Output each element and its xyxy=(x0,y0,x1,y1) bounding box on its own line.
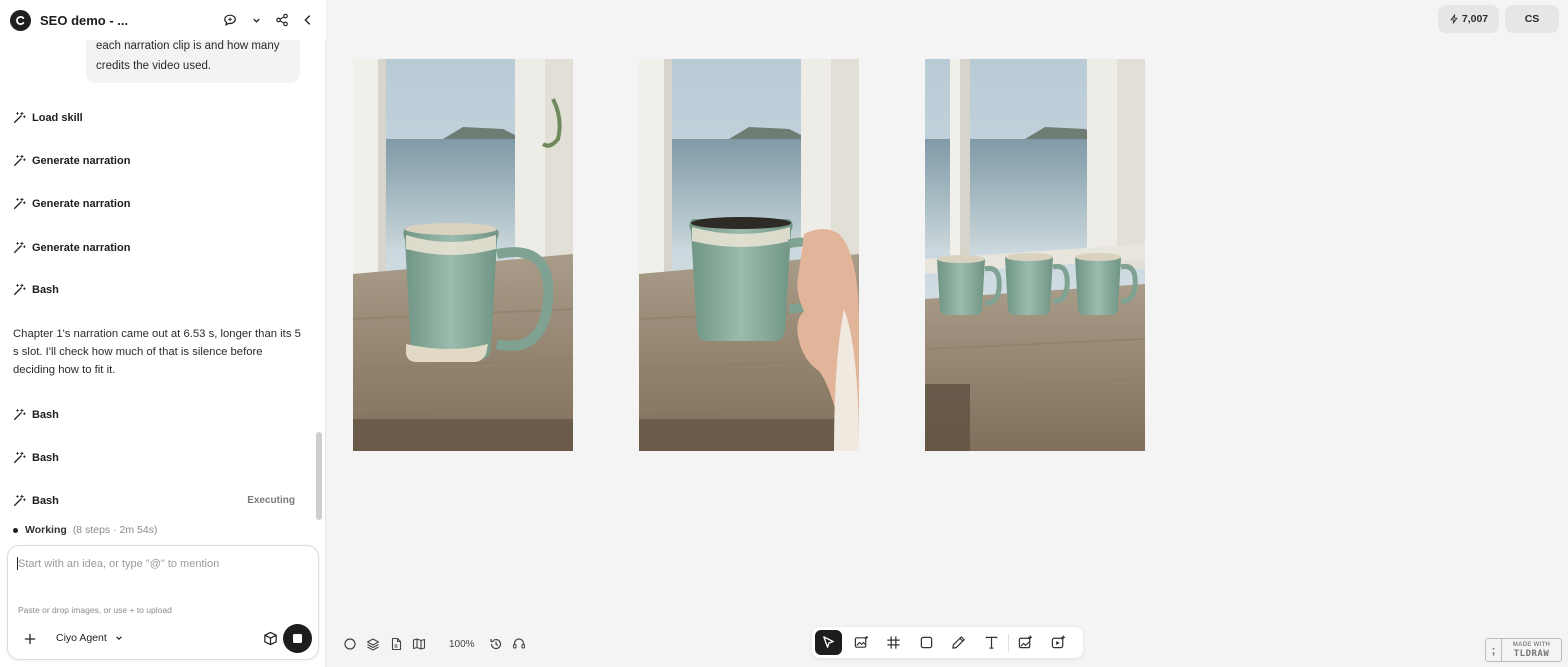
canvas[interactable]: 7,007 CS 100% ; MADE WITH TLDRAW xyxy=(327,0,1568,667)
wand-icon xyxy=(13,154,26,167)
add-image-tool-button[interactable] xyxy=(1012,630,1039,655)
status-dot xyxy=(13,527,18,533)
user-message: each narration clip is and how many cred… xyxy=(86,40,300,83)
step-status-executing: Executing xyxy=(247,495,295,506)
image-frame-single-mug[interactable] xyxy=(353,59,573,451)
agent-name: Ciyo Agent xyxy=(56,632,107,644)
drawing-toolbar xyxy=(812,627,1083,658)
semicolon-logo-icon: ; xyxy=(1486,639,1502,661)
credits-badge[interactable]: 7,007 xyxy=(1438,5,1499,33)
select-tool-button[interactable] xyxy=(815,630,842,655)
image-frame-hand-mug[interactable] xyxy=(639,59,859,451)
credits-value: 7,007 xyxy=(1461,13,1489,25)
step-item[interactable]: Bash xyxy=(13,408,295,421)
square-icon xyxy=(920,636,932,649)
step-label: Bash xyxy=(32,451,59,464)
plus-icon[interactable] xyxy=(22,631,38,647)
project-title[interactable]: SEO demo - ... xyxy=(40,13,128,28)
collapse-left-icon[interactable] xyxy=(300,12,316,28)
canvas-bottom-left-tools: 100% xyxy=(343,636,535,652)
made-with-tldraw-badge[interactable]: ; MADE WITH TLDRAW xyxy=(1485,638,1562,662)
map-icon[interactable] xyxy=(412,637,426,651)
step-label: Bash xyxy=(32,494,59,507)
step-item[interactable]: Load skill xyxy=(13,111,295,124)
step-item[interactable]: Bash xyxy=(13,283,295,296)
wand-icon xyxy=(13,408,26,421)
step-label: Load skill xyxy=(32,111,83,124)
chat-scrollbar[interactable] xyxy=(316,432,322,520)
text-icon xyxy=(985,636,997,649)
step-label: Bash xyxy=(32,283,59,296)
chevron-down-icon[interactable] xyxy=(248,12,264,28)
wand-icon xyxy=(13,494,26,507)
image-sparkle-icon xyxy=(854,635,868,648)
sidebar-header: SEO demo - ... xyxy=(0,0,326,40)
chat-messages[interactable]: each narration clip is and how many cred… xyxy=(0,40,314,540)
image-gen-tool-button[interactable] xyxy=(848,630,875,655)
share-icon[interactable] xyxy=(274,12,290,28)
step-item[interactable]: Bash Executing xyxy=(13,494,295,507)
toolbar-divider xyxy=(1008,633,1009,652)
working-meta: (8 steps · 2m 54s) xyxy=(72,524,158,536)
pencil-icon xyxy=(952,636,965,649)
working-label: Working xyxy=(25,524,67,536)
add-video-tool-button[interactable] xyxy=(1045,630,1072,655)
draw-tool-button[interactable] xyxy=(945,630,972,655)
step-item[interactable]: Generate narration xyxy=(13,197,295,210)
wand-icon xyxy=(13,451,26,464)
step-label: Generate narration xyxy=(32,197,131,210)
stop-button[interactable] xyxy=(283,624,312,653)
image-frame-three-mugs[interactable] xyxy=(925,59,1145,451)
add-video-icon xyxy=(1051,635,1065,649)
wand-icon xyxy=(13,283,26,296)
chevron-down-icon xyxy=(115,636,122,641)
frame-tool-button[interactable] xyxy=(880,630,907,655)
cursor-icon xyxy=(823,636,834,648)
agent-selector[interactable]: Ciyo Agent xyxy=(56,632,123,644)
upload-hint: Paste or drop images, or use + to upload xyxy=(18,605,172,615)
circle-icon[interactable] xyxy=(343,637,357,651)
logo-icon[interactable] xyxy=(10,9,31,31)
bolt-icon xyxy=(1450,14,1458,24)
layers-icon[interactable] xyxy=(366,637,380,651)
history-icon[interactable] xyxy=(489,637,503,651)
cube-icon[interactable] xyxy=(263,631,279,647)
stop-icon xyxy=(293,634,302,643)
wand-icon xyxy=(13,197,26,210)
watermark-line2: TLDRAW xyxy=(1513,649,1550,659)
step-item[interactable]: Bash xyxy=(13,451,295,464)
avatar[interactable]: CS xyxy=(1505,5,1559,33)
step-label: Generate narration xyxy=(32,154,131,167)
wand-icon xyxy=(13,241,26,254)
headset-icon[interactable] xyxy=(512,637,526,651)
step-item[interactable]: Generate narration xyxy=(13,241,295,254)
step-label: Bash xyxy=(32,408,59,421)
zoom-level[interactable]: 100% xyxy=(449,639,475,650)
step-label: Generate narration xyxy=(32,241,131,254)
step-item[interactable]: Generate narration xyxy=(13,154,295,167)
chat-sidebar: SEO demo - ... each narration clip is an… xyxy=(0,0,326,667)
prompt-input[interactable] xyxy=(18,554,308,574)
wand-icon xyxy=(13,111,26,124)
file-icon[interactable] xyxy=(389,637,403,651)
composer: Paste or drop images, or use + to upload… xyxy=(7,545,319,660)
add-image-icon xyxy=(1018,635,1033,649)
hash-icon xyxy=(887,636,900,649)
assistant-message: Chapter 1's narration came out at 6.53 s… xyxy=(13,328,301,376)
text-tool-button[interactable] xyxy=(978,630,1005,655)
comment-icon[interactable] xyxy=(222,12,238,28)
working-indicator: Working (8 steps · 2m 54s) xyxy=(13,524,157,536)
rectangle-tool-button[interactable] xyxy=(913,630,940,655)
